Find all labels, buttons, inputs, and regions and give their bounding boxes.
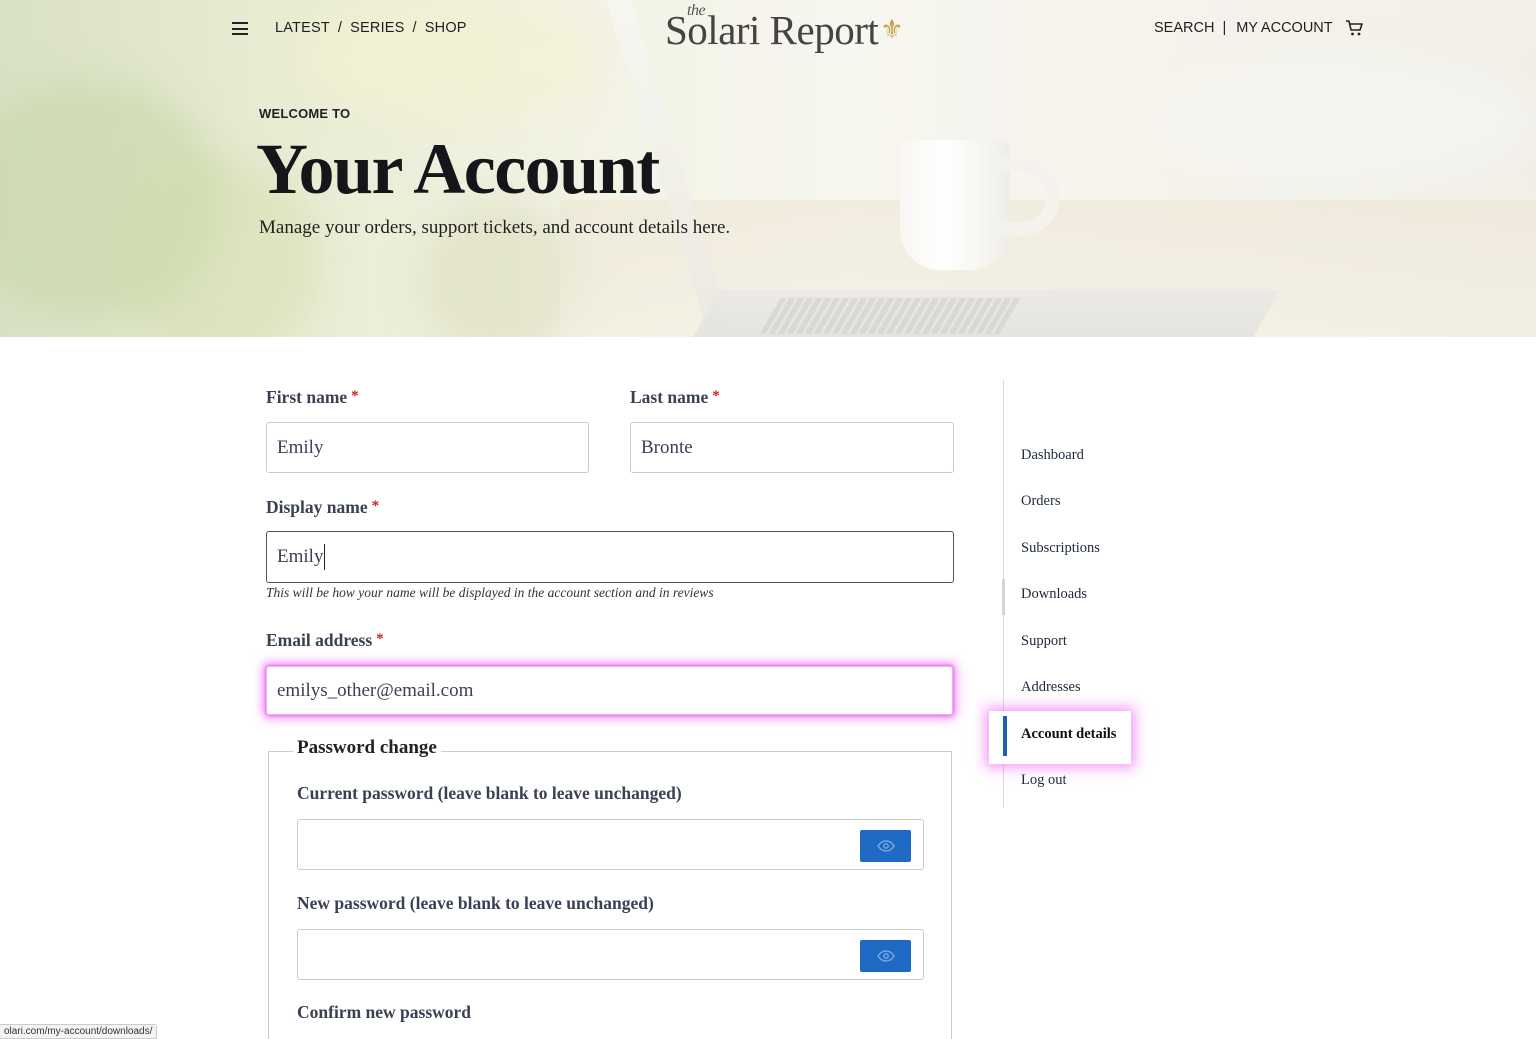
primary-nav: LATEST / SERIES / SHOP bbox=[275, 20, 467, 36]
eye-icon bbox=[876, 840, 895, 852]
active-item-bar bbox=[1003, 716, 1007, 756]
sidebar-item-subscriptions[interactable]: Subscriptions bbox=[1021, 540, 1100, 557]
email-label: Email address * bbox=[266, 630, 384, 650]
current-password-field[interactable] bbox=[297, 819, 924, 870]
current-password-label: Current password (leave blank to leave u… bbox=[297, 783, 682, 803]
top-navigation: LATEST / SERIES / SHOP the Solari Report⚜ SE… bbox=[0, 0, 1536, 58]
last-name-field[interactable]: Bronte bbox=[630, 422, 954, 473]
sidebar-item-orders[interactable]: Orders bbox=[1021, 493, 1060, 510]
my-account-link[interactable]: MY ACCOUNT bbox=[1236, 20, 1332, 36]
sidebar-item-account-details[interactable]: Account details bbox=[1021, 726, 1116, 743]
first-name-label: First name * bbox=[266, 387, 359, 407]
welcome-eyebrow: WELCOME TO bbox=[259, 106, 351, 121]
sidebar-item-downloads[interactable]: Downloads bbox=[1021, 586, 1087, 603]
page-subtitle: Manage your orders, support tickets, and… bbox=[259, 217, 731, 238]
account-nav: SEARCH | MY ACCOUNT bbox=[1154, 20, 1333, 36]
sidebar-item-support[interactable]: Support bbox=[1021, 633, 1067, 650]
sidebar-item-log-out[interactable]: Log out bbox=[1021, 772, 1067, 789]
password-change-legend: Password change bbox=[293, 737, 441, 759]
show-new-password-button[interactable] bbox=[860, 940, 911, 972]
last-name-label: Last name * bbox=[630, 387, 720, 407]
sidebar-item-addresses[interactable]: Addresses bbox=[1021, 679, 1081, 696]
sidebar-item-dashboard[interactable]: Dashboard bbox=[1021, 447, 1084, 464]
site-logo[interactable]: the Solari Report⚜ bbox=[665, 2, 904, 54]
display-name-help: This will be how your name will be displ… bbox=[266, 585, 714, 600]
confirm-password-label: Confirm new password bbox=[297, 1002, 472, 1022]
cart-icon[interactable] bbox=[1345, 19, 1363, 37]
display-name-label: Display name * bbox=[266, 497, 380, 517]
show-current-password-button[interactable] bbox=[860, 830, 911, 862]
text-caret bbox=[324, 544, 326, 570]
new-password-field[interactable] bbox=[297, 929, 924, 980]
sidebar-scroll-indicator bbox=[1002, 579, 1005, 615]
first-name-field[interactable]: Emily bbox=[266, 422, 589, 473]
nav-latest-link[interactable]: LATEST bbox=[275, 20, 330, 36]
browser-status-url: olari.com/my-account/downloads/ bbox=[0, 1024, 158, 1039]
search-link[interactable]: SEARCH bbox=[1154, 20, 1214, 36]
hamburger-menu-icon[interactable] bbox=[232, 22, 248, 35]
eye-icon bbox=[876, 950, 895, 962]
page-title: Your Account bbox=[256, 129, 660, 209]
nav-shop-link[interactable]: SHOP bbox=[425, 20, 467, 36]
display-name-field[interactable]: Emily bbox=[266, 531, 954, 583]
new-password-label: New password (leave blank to leave uncha… bbox=[297, 893, 654, 913]
nav-series-link[interactable]: SERIES bbox=[350, 20, 404, 36]
logo-emblem-icon: ⚜ bbox=[880, 15, 904, 44]
email-field[interactable]: emilys_other@email.com bbox=[266, 666, 953, 715]
